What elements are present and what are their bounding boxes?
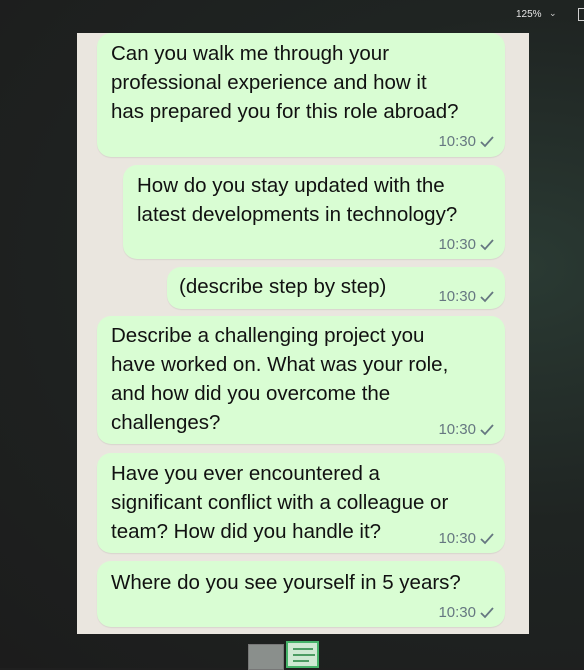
message-bubble: (describe step by step) 10:30 (167, 267, 505, 309)
message-bubble: How do you stay updated with the latest … (123, 165, 505, 259)
chat-screenshot: Can you walk me through your professiona… (77, 33, 529, 634)
message-text: How do you stay updated with the latest … (137, 174, 458, 226)
message-meta: 10:30 (438, 530, 495, 547)
message-meta: 10:30 (438, 604, 495, 621)
message-time: 10:30 (438, 604, 476, 621)
message-time: 10:30 (438, 288, 476, 305)
check-icon (480, 424, 494, 436)
viewer-toolbar: 125% ⌄ (0, 0, 584, 30)
fit-window-icon[interactable] (578, 8, 584, 21)
zoom-level[interactable]: 125% (516, 9, 542, 20)
thumbnail-strip (0, 641, 584, 670)
message-text: (describe step by step) (179, 275, 387, 298)
check-icon (480, 239, 494, 251)
message-bubble: Have you ever encountered a significant … (97, 453, 505, 553)
message-text: Where do you see yourself in 5 years? (111, 571, 461, 594)
message-time: 10:30 (438, 133, 476, 150)
message-bubble: Describe a challenging project you have … (97, 316, 505, 444)
message-time: 10:30 (438, 236, 476, 253)
check-icon (480, 291, 494, 303)
thumbnail[interactable] (248, 644, 284, 670)
message-text: Can you walk me through your professiona… (111, 42, 459, 123)
message-meta: 10:30 (438, 288, 495, 305)
message-meta: 10:30 (438, 421, 495, 438)
message-time: 10:30 (438, 530, 476, 547)
message-meta: 10:30 (438, 236, 495, 253)
message-time: 10:30 (438, 421, 476, 438)
message-bubble: Can you walk me through your professiona… (97, 33, 505, 157)
check-icon (480, 533, 494, 545)
thumbnail-selected[interactable] (286, 641, 319, 668)
message-bubble: Where do you see yourself in 5 years? 10… (97, 561, 505, 627)
check-icon (480, 607, 494, 619)
chevron-down-icon[interactable]: ⌄ (549, 8, 557, 19)
message-text: Describe a challenging project you have … (111, 324, 449, 434)
message-meta: 10:30 (438, 133, 495, 150)
message-text: Have you ever encountered a significant … (111, 462, 449, 543)
check-icon (480, 136, 494, 148)
